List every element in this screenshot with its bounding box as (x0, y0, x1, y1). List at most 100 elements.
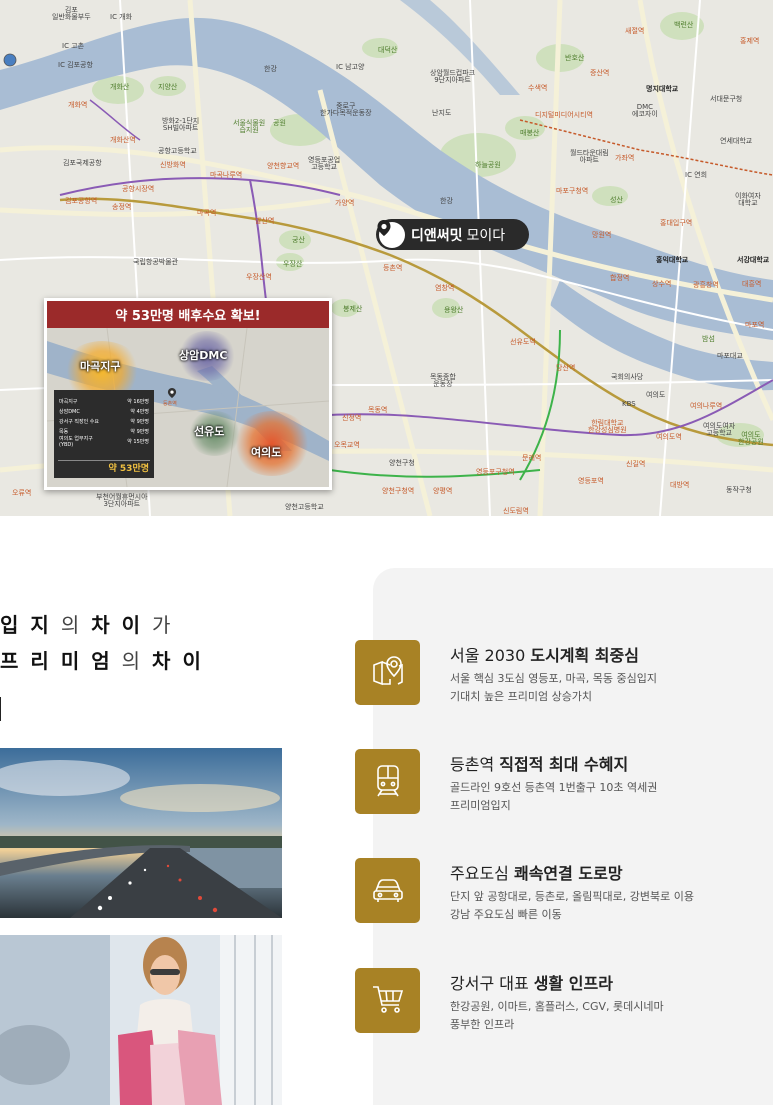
map-label: 영등포역 (578, 477, 604, 485)
map-label: 지양산 (158, 83, 178, 91)
demand-stat-name: 마곡지구 (59, 398, 78, 405)
feature-title-light: 강서구 대표 (450, 974, 529, 993)
map-label: 영등포구청역 (476, 468, 515, 476)
demand-stat-name: 목동 (59, 428, 69, 435)
feature-item: 주요도심 쾌속연결 도로망단지 앞 공항대로, 등촌로, 올림픽대로, 강변북로… (355, 858, 773, 928)
map-label: 문래역 (522, 454, 542, 462)
hotspot-label-sangam: 상암DMC (179, 349, 228, 362)
map-label: 가양역 (335, 199, 355, 207)
map-label: 오류역 (12, 489, 32, 497)
map-label: 우장산 (283, 260, 303, 268)
feature-item: 강서구 대표 생활 인프라한강공원, 이마트, 홈플러스, CGV, 롯데시네마… (355, 968, 773, 1038)
map-label: 여의도 한강공원 (738, 431, 764, 446)
map-label: 신길역 (626, 460, 646, 468)
map-label: 개화산역 (110, 136, 136, 144)
map-label: 여의도 (646, 391, 666, 399)
map-label: 가좌역 (615, 154, 635, 162)
map-label: 한강 (264, 65, 277, 73)
feature-desc: 서울 핵심 3도심 영등포, 마곡, 목동 중심입지 기대치 높은 프리미엄 상승… (450, 670, 657, 706)
map-label: 오목교역 (334, 441, 360, 449)
demand-total: 약 53만명 (108, 464, 150, 474)
demand-stat-value: 약 4만명 (130, 408, 149, 415)
demand-stat-row: 마곡지구 약 16만명 (54, 396, 154, 406)
map-label: 여의나루역 (690, 402, 723, 410)
site-location-pin[interactable]: 디앤써밋 모이다 (376, 219, 529, 250)
map-label: 한강 (440, 197, 453, 205)
feature-title-bold: 생활 인프라 (533, 974, 613, 993)
map-label: 마곡나루역 (210, 171, 243, 179)
map-label: 방화2-1단지 SH빌아파트 (162, 117, 200, 132)
map-pin-icon (368, 651, 408, 695)
feature-title-light: 서울 2030 (450, 646, 526, 665)
map-label: 발산역 (255, 217, 275, 225)
map-label: 우장산역 (246, 273, 272, 281)
headline-char: 의 (121, 649, 153, 673)
feature-title-bold: 쾌속연결 도로망 (513, 864, 623, 883)
map-label: 부천어월휴먼시아 3단지아파트 (96, 493, 148, 508)
feature-title-light: 등촌역 (450, 755, 495, 774)
demand-stat-value: 약 9만명 (130, 418, 149, 425)
headline-line-1: 입지의차이가 (0, 607, 213, 643)
map-label: 영등포공업 고등학교 (308, 156, 341, 171)
feature-desc-line: 프리미엄입지 (450, 799, 511, 812)
map-label: 반호산 (565, 54, 585, 62)
map-label: 여의도역 (656, 433, 682, 441)
map-label: 마포대교 (717, 352, 743, 360)
feature-title-bold: 직접적 최대 수혜지 (499, 755, 629, 774)
map-label: 대방역 (670, 481, 690, 489)
map-label: 개화역 (68, 101, 88, 109)
feature-desc: 골드라인 9호선 등촌역 1번출구 10초 역세권프리미엄입지 (450, 779, 657, 815)
demand-stat-row: 상암DMC 약 4만명 (54, 406, 154, 416)
demand-stat-value: 약 16만명 (127, 398, 149, 405)
map-label: 상암월드컵파크 9단지아파트 (430, 69, 476, 84)
map-label: 새절역 (625, 27, 645, 35)
site-name: 디앤써밋 (411, 227, 463, 244)
headline-char: 엄 (91, 649, 122, 673)
map-label: 월드타운대림 아파트 (570, 149, 609, 164)
feature-title: 주요도심 쾌속연결 도로망 (450, 860, 623, 884)
map-label: 이화여자 대학교 (735, 192, 761, 207)
map-label: 마포역 (745, 321, 765, 329)
map-label: 명지대학교 (646, 85, 679, 93)
map-label: 목동종합 운동장 (430, 373, 456, 388)
map-label: 김포국제공항 (63, 159, 102, 167)
map-label: 공원 (273, 119, 286, 127)
map-label: 선유도역 (510, 338, 536, 346)
feature-desc-line: 골드라인 9호선 등촌역 1번출구 10초 역세권 (450, 781, 658, 794)
location-map: 김포 일반화물부두 IC 개화 IC 고촌 IC 김포공항 개화산 지양산 개화역 방화2-1… (0, 0, 773, 516)
feature-desc-line: 단지 앞 공항대로, 등촌로, 올림픽대로, 강변북로 이용 (450, 890, 694, 903)
map-label: 중로구 한가다목적운동장 (320, 102, 372, 117)
map-label: 등촌역 (383, 264, 403, 272)
map-label: 국회의사당 (611, 373, 644, 381)
map-label: 염창역 (435, 284, 455, 292)
map-label: 한림대학교 한강성심병원 (588, 419, 627, 434)
demand-stat-value: 약 15만명 (127, 438, 149, 445)
map-label: IC 개화 (110, 13, 133, 21)
map-label: 매봉산 (520, 129, 540, 137)
map-label: 신정역 (342, 414, 362, 422)
map-label: 대덕산 (378, 46, 398, 54)
map-label: 당산역 (556, 364, 576, 372)
map-label: 신방화역 (160, 161, 186, 169)
map-label: 성산 (610, 196, 623, 204)
feature-desc: 한강공원, 이마트, 홈플러스, CGV, 롯데시네마 풍부한 인프라 (450, 998, 664, 1034)
map-label: 양천고등학교 (285, 503, 324, 511)
map-label: 마곡역 (197, 209, 217, 217)
feature-icon-box (355, 749, 420, 814)
feature-desc-line: 풍부한 인프라 (450, 1018, 515, 1031)
map-label: 양천구청 (389, 459, 415, 467)
demand-inset-map: 약 53만명 배후수요 확보! 마곡지구 상암DMC 선유도 여의도 등촌역 마… (44, 298, 332, 490)
map-label: 난지도 (432, 109, 452, 117)
map-label: 용왕산 (444, 306, 464, 314)
map-label: 목동역 (368, 406, 388, 414)
map-label: 양천구청역 (382, 487, 415, 495)
map-label: 서강대학교 (737, 256, 770, 264)
headline-char: 가 (152, 613, 183, 637)
headline-line-2: 프리미엄의차이 (0, 643, 213, 679)
map-label: 백련산 (674, 21, 694, 29)
map-label: 연세대학교 (720, 137, 753, 145)
map-label: 홍제역 (740, 37, 760, 45)
headline-char: 의 (60, 613, 92, 637)
feature-icon-box (355, 640, 420, 705)
map-label: 송정역 (112, 203, 132, 211)
